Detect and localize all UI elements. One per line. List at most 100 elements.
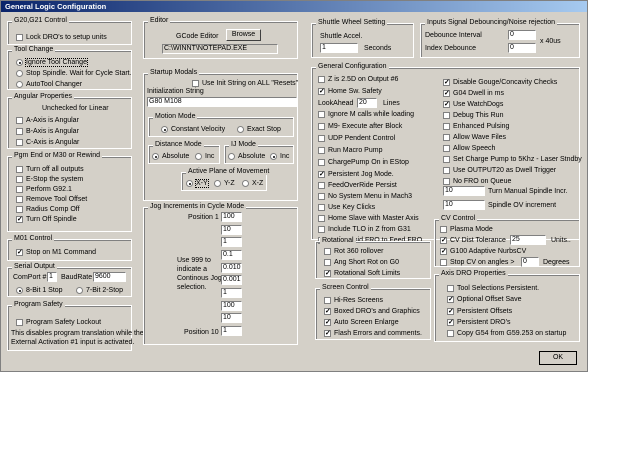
checkbox-box[interactable] <box>16 166 23 173</box>
optional-offset-save-checkbox[interactable]: Optional Offset Save <box>447 295 521 304</box>
stop-m1-checkbox[interactable]: Stop on M1 Command <box>16 248 96 257</box>
disable-gouge-checkbox[interactable]: Disable Gouge/Concavity Checks <box>443 78 557 87</box>
checkbox-box[interactable] <box>318 193 325 200</box>
jog-input-6[interactable]: 0.001 <box>221 275 242 285</box>
persistent-dros-checkbox[interactable]: Persistent DRO's <box>447 318 510 327</box>
a-axis-checkbox[interactable]: A-Axis is Angular <box>16 116 79 125</box>
ok-button[interactable]: OK <box>539 351 577 365</box>
hi-res-screens-checkbox[interactable]: Hi-Res Screens <box>324 296 383 305</box>
remove-tool-offset-checkbox[interactable]: Remove Tool Offset <box>16 195 87 204</box>
c-axis-checkbox[interactable]: C-Axis is Angular <box>16 138 79 147</box>
checkbox-box[interactable] <box>440 247 447 256</box>
radio-button[interactable] <box>242 180 249 187</box>
jog-input-9[interactable]: 10 <box>221 313 242 323</box>
cv-dist-input[interactable]: 25 <box>510 235 546 245</box>
spindle-incr-input[interactable]: 10 <box>443 186 485 196</box>
checkbox-box[interactable] <box>324 269 331 278</box>
distance-inc-radio[interactable]: Inc <box>195 152 214 161</box>
radio-button[interactable] <box>76 287 83 294</box>
shuttle-accel-input[interactable]: 1 <box>320 43 358 53</box>
auto-screen-enlarge-checkbox[interactable]: Auto Screen Enlarge <box>324 318 399 327</box>
use-init-string-checkbox[interactable]: Use Init String on ALL "Resets" <box>192 79 298 88</box>
use-watchdogs-checkbox[interactable]: Use WatchDogs <box>443 100 503 109</box>
checkbox-box[interactable] <box>447 295 454 304</box>
checkbox-box[interactable] <box>16 319 23 326</box>
stop-cv-angles-checkbox[interactable]: Stop CV on angles > <box>440 258 514 267</box>
jog-input-10[interactable]: 1 <box>221 326 242 336</box>
checkbox-box[interactable] <box>16 139 23 146</box>
copy-g54-checkbox[interactable]: Copy G54 from G59.253 on startup <box>447 329 566 338</box>
allow-speech-checkbox[interactable]: Allow Speech <box>443 144 495 153</box>
enhanced-pulsing-checkbox[interactable]: Enhanced Pulsing <box>443 122 509 131</box>
m9-execute-checkbox[interactable]: M9- Execute after Block <box>318 122 402 131</box>
persistent-offsets-checkbox[interactable]: Persistent Offsets <box>447 307 512 316</box>
radio-button[interactable] <box>16 70 23 77</box>
jog-input-8[interactable]: 100 <box>221 301 242 311</box>
radio-button[interactable] <box>195 153 202 160</box>
home-sw-safety-checkbox[interactable]: Home Sw. Safety <box>318 87 382 96</box>
tool-selections-checkbox[interactable]: Tool Selections Persistent. <box>447 284 539 293</box>
include-tlo-checkbox[interactable]: Include TLO in Z from G31 <box>318 225 411 234</box>
jog-input-2[interactable]: 10 <box>221 225 242 235</box>
checkbox-box[interactable] <box>318 76 325 83</box>
estop-checkbox[interactable]: E-Stop the system <box>16 175 83 184</box>
no-system-menu-checkbox[interactable]: No System Menu in Mach3 <box>318 192 412 201</box>
checkbox-box[interactable] <box>318 123 325 130</box>
cv-dist-tolerance-checkbox[interactable]: CV Dist Tolerance <box>440 236 506 245</box>
checkbox-box[interactable] <box>324 297 331 304</box>
checkbox-box[interactable] <box>324 307 331 316</box>
ignore-m-calls-checkbox[interactable]: Ignore M calls while loading <box>318 110 414 119</box>
jog-input-1[interactable]: 100 <box>221 212 242 222</box>
run-macro-pump-checkbox[interactable]: Run Macro Pump <box>318 146 382 155</box>
jog-input-5[interactable]: 0.010 <box>221 263 242 273</box>
index-debounce-input[interactable]: 0 <box>508 43 536 53</box>
b-axis-checkbox[interactable]: B-Axis is Angular <box>16 127 79 136</box>
radius-comp-checkbox[interactable]: Radius Comp Off <box>16 205 80 214</box>
no-fro-queue-checkbox[interactable]: No FRO on Queue <box>443 177 511 186</box>
checkbox-box[interactable] <box>443 89 450 98</box>
checkbox-box[interactable] <box>16 248 23 257</box>
checkbox-box[interactable] <box>318 215 325 222</box>
checkbox-box[interactable] <box>324 259 331 266</box>
plasma-mode-checkbox[interactable]: Plasma Mode <box>440 225 493 234</box>
turn-off-spindle-checkbox[interactable]: Turn Off Spindle <box>16 215 77 224</box>
browse-button[interactable]: Browse <box>226 29 261 41</box>
boxed-dros-checkbox[interactable]: Boxed DRO's and Graphics <box>324 307 420 316</box>
serial-8bit-radio[interactable]: 8-Bit 1 Stop <box>16 286 63 295</box>
debounce-interval-input[interactable]: 0 <box>508 30 536 40</box>
baudrate-input[interactable]: 9600 <box>93 272 126 282</box>
checkbox-box[interactable] <box>318 111 325 118</box>
rot-360-checkbox[interactable]: Rot 360 rollover <box>324 247 383 256</box>
checkbox-box[interactable] <box>443 112 450 119</box>
checkbox-box[interactable] <box>318 182 325 189</box>
lock-dro-checkbox[interactable]: Lock DRO's to setup units <box>16 33 107 42</box>
checkbox-box[interactable] <box>192 80 199 87</box>
g04-dwell-checkbox[interactable]: G04 Dwell in ms <box>443 89 504 98</box>
checkbox-box[interactable] <box>318 204 325 211</box>
checkbox-box[interactable] <box>443 156 450 163</box>
home-slave-checkbox[interactable]: Home Slave with Master Axis <box>318 214 419 223</box>
checkbox-box[interactable] <box>318 147 325 154</box>
radio-button[interactable] <box>228 153 235 160</box>
radio-button[interactable] <box>16 59 23 66</box>
jog-input-4[interactable]: 0.1 <box>221 250 242 260</box>
checkbox-box[interactable] <box>324 248 331 255</box>
tool-change-stop[interactable]: Stop Spindle. Wait for Cycle Start. <box>16 69 132 78</box>
turn-off-outputs-checkbox[interactable]: Turn off all outputs <box>16 165 84 174</box>
init-string-input[interactable]: G80 M108 <box>147 97 297 107</box>
checkbox-box[interactable] <box>443 134 450 141</box>
checkbox-box[interactable] <box>16 206 23 213</box>
rotational-soft-limits-checkbox[interactable]: Rotational Soft Limits <box>324 269 400 278</box>
checkbox-box[interactable] <box>447 318 454 327</box>
exact-stop-radio[interactable]: Exact Stop <box>237 125 281 134</box>
radio-button[interactable] <box>16 81 23 88</box>
chargepump-estop-checkbox[interactable]: ChargePump On in EStop <box>318 158 409 167</box>
spindle-ov-input[interactable]: 10 <box>443 200 485 210</box>
safety-lockout-checkbox[interactable]: Program Safety Lockout <box>16 318 101 327</box>
plane-yz-radio[interactable]: Y-Z <box>214 179 235 188</box>
cv-angle-input[interactable]: 0 <box>521 257 539 267</box>
checkbox-box[interactable] <box>440 226 447 233</box>
charge-pump-5khz-checkbox[interactable]: Set Charge Pump to 5Khz - Laser Stndby <box>443 155 582 164</box>
checkbox-box[interactable] <box>16 117 23 124</box>
checkbox-box[interactable] <box>324 318 331 327</box>
